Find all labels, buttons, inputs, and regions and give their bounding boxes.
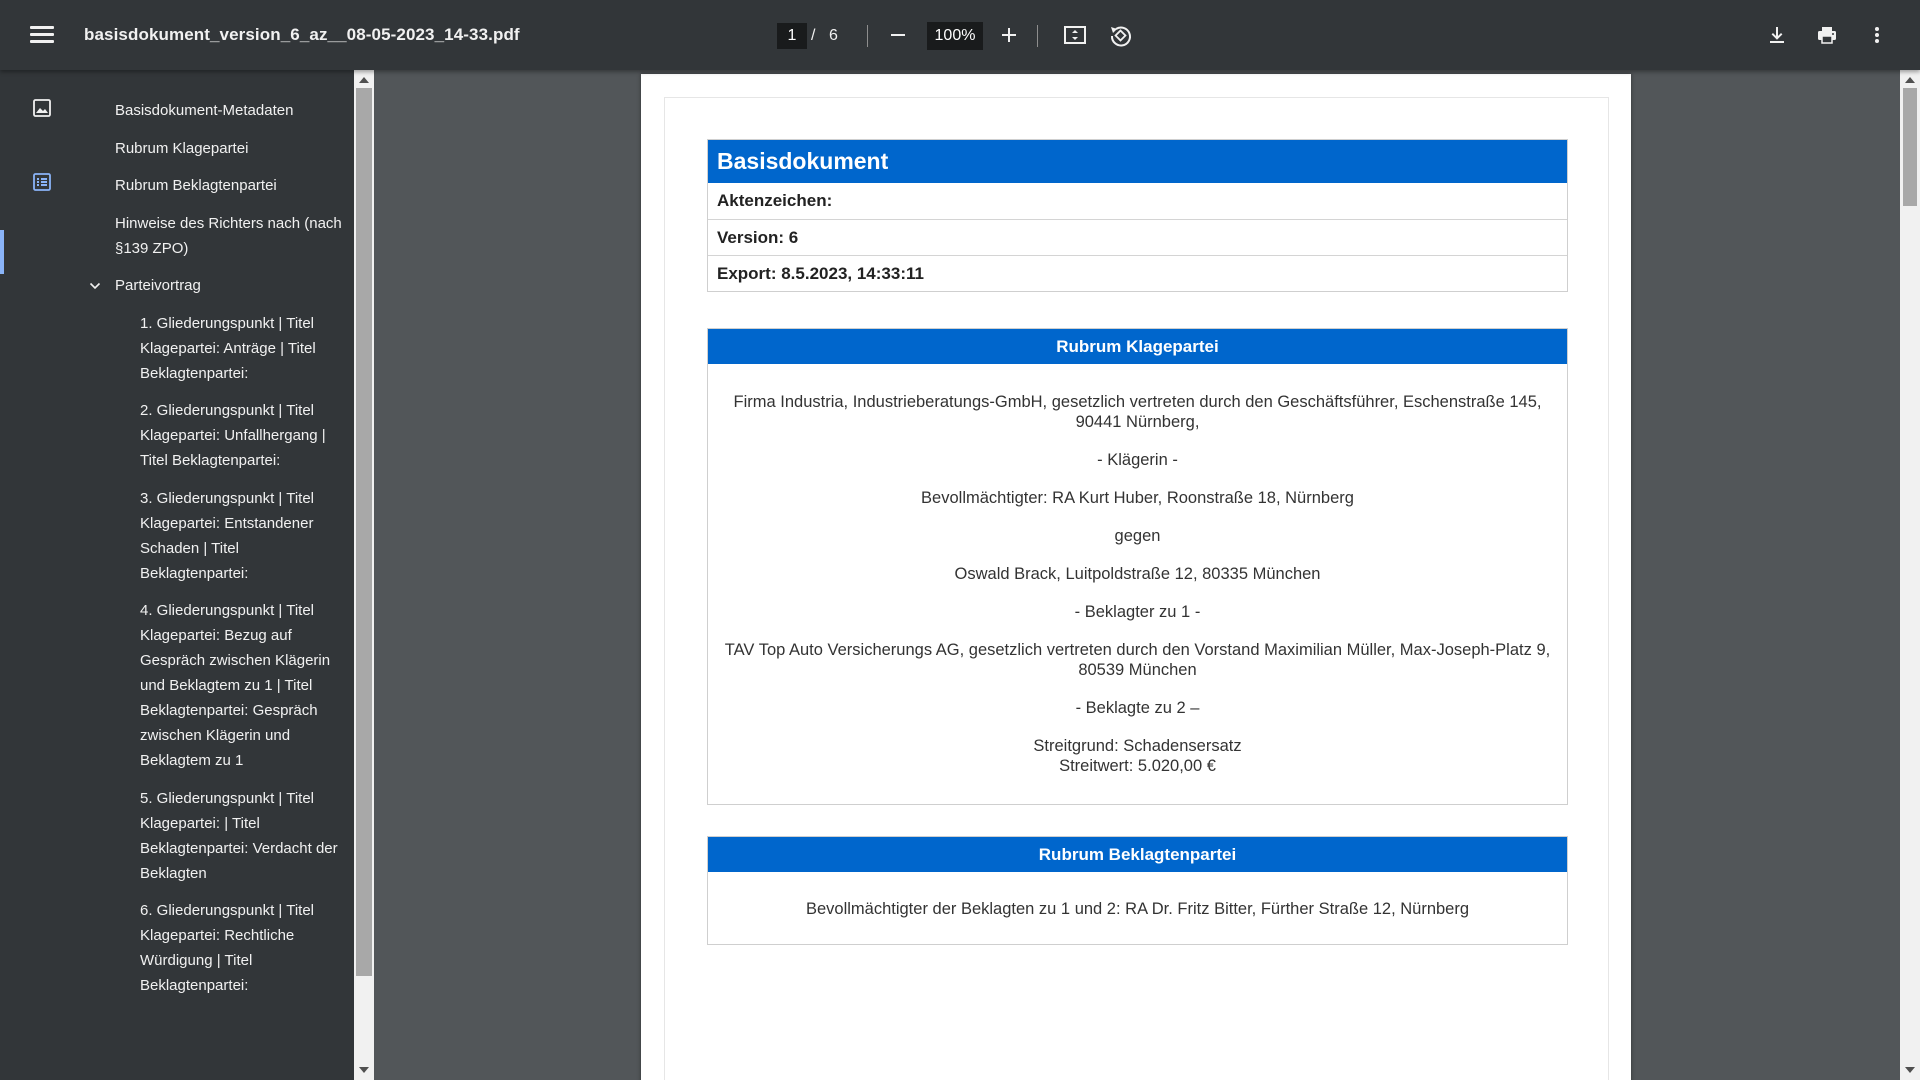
page-separator: /: [811, 27, 816, 44]
rubrum-beklagtenpartei-body: Bevollmächtigter der Beklagten zu 1 und …: [708, 872, 1567, 944]
image-icon: [33, 99, 51, 117]
versus-text: gegen: [1114, 527, 1161, 545]
plus-icon: [1002, 28, 1016, 42]
document-scroll-thumb[interactable]: [1903, 88, 1917, 206]
thumbnails-tab[interactable]: [26, 92, 58, 124]
rotate-button[interactable]: [1104, 19, 1136, 51]
more-options-button[interactable]: [1861, 19, 1893, 51]
outline-subitem[interactable]: 3. Gliederungspunkt | Titel Klagepartei:…: [85, 486, 350, 586]
pdf-page: Basisdokument Aktenzeichen: Version: 6 E…: [641, 74, 1631, 1080]
minus-icon: [891, 34, 905, 36]
page-number-input[interactable]: 1: [777, 23, 807, 49]
outline-item[interactable]: Basisdokument-Metadaten: [85, 98, 350, 123]
outline-item-label: Rubrum Beklagtenpartei: [115, 177, 277, 194]
plaintiff-text: Firma Industria, Industrieberatungs-GmbH…: [733, 393, 1542, 431]
rotate-icon: [1110, 26, 1131, 47]
zoom-in-button[interactable]: [993, 19, 1025, 51]
scroll-up-arrow-icon[interactable]: [359, 77, 369, 83]
active-tab-indicator: [0, 230, 4, 274]
document-title: basisdokument_version_6_az__08-05-2023_1…: [84, 25, 520, 44]
pdf-toolbar: basisdokument_version_6_az__08-05-2023_1…: [0, 0, 1920, 70]
outline-subitem[interactable]: 4. Gliederungspunkt | Titel Klagepartei:…: [85, 598, 350, 773]
outline-item[interactable]: Rubrum Beklagtenpartei: [85, 173, 350, 198]
outline-item-label: Basisdokument-Metadaten: [115, 102, 294, 119]
outline-item-label: Hinweise des Richters nach (nach §139 ZP…: [115, 214, 342, 257]
outline-item[interactable]: Hinweise des Richters nach (nach §139 ZP…: [85, 211, 350, 261]
outline-subitem[interactable]: 6. Gliederungspunkt | Titel Klagepartei:…: [85, 898, 350, 998]
download-button[interactable]: [1761, 19, 1793, 51]
list-icon: [33, 173, 51, 191]
version-row: Version: 6: [708, 219, 1567, 255]
zoom-level-input[interactable]: 100%: [927, 22, 983, 50]
outline-item-label: 1. Gliederungspunkt | Titel Klagepartei:…: [140, 314, 316, 382]
chevron-down-icon[interactable]: [88, 279, 102, 293]
sidebar-scrollbar[interactable]: [354, 70, 374, 1080]
fit-page-icon: [1064, 26, 1086, 44]
outline-item-label: 3. Gliederungspunkt | Titel Klagepartei:…: [140, 489, 314, 582]
outline-item[interactable]: Rubrum Klagepartei: [85, 136, 350, 161]
sidebar: Basisdokument-Metadaten Rubrum Klagepart…: [0, 70, 355, 1080]
total-pages: 6: [829, 27, 838, 44]
basisdokument-header-table: Basisdokument Aktenzeichen: Version: 6 E…: [707, 139, 1568, 292]
outline-item-label: 6. Gliederungspunkt | Titel Klagepartei:…: [140, 902, 314, 994]
plaintiff-counsel: Bevollmächtigter: RA Kurt Huber, Roonstr…: [921, 489, 1354, 507]
outline-item-label: 5. Gliederungspunkt | Titel Klagepartei:…: [140, 789, 338, 882]
print-button[interactable]: [1811, 19, 1843, 51]
streitwert-text: Streitwert: 5.020,00 €: [1059, 757, 1216, 775]
aktenzeichen-row: Aktenzeichen:: [717, 191, 833, 210]
download-icon: [1770, 27, 1784, 43]
plaintiff-role: - Klägerin -: [1097, 451, 1178, 469]
toolbar-divider: [867, 25, 868, 47]
rubrum-beklagtenpartei-section: Rubrum Beklagtenpartei Bevollmächtigter …: [707, 836, 1568, 945]
rubrum-klagepartei-body: Firma Industria, Industrieberatungs-GmbH…: [708, 364, 1567, 804]
outline-subitem[interactable]: 1. Gliederungspunkt | Titel Klagepartei:…: [85, 311, 350, 386]
document-viewer: Basisdokument Aktenzeichen: Version: 6 E…: [374, 70, 1900, 1080]
outline-item-label: 4. Gliederungspunkt | Titel Klagepartei:…: [140, 602, 331, 769]
scroll-down-arrow-icon[interactable]: [1905, 1067, 1915, 1073]
printer-icon: [1818, 27, 1836, 44]
outline-subitem[interactable]: 2. Gliederungspunkt | Titel Klagepartei:…: [85, 398, 350, 473]
defendant2-role: - Beklagte zu 2 –: [1075, 699, 1200, 717]
streitgrund-text: Streitgrund: Schadensersatz: [1033, 737, 1242, 755]
outline-item-label: Rubrum Klagepartei: [115, 139, 249, 157]
toolbar-divider: [1037, 25, 1038, 47]
outline-subitem[interactable]: 5. Gliederungspunkt | Titel Klagepartei:…: [85, 786, 350, 886]
document-outline: Basisdokument-Metadaten Rubrum Klagepart…: [85, 98, 350, 1011]
scroll-up-arrow-icon[interactable]: [1905, 77, 1915, 83]
defendant-counsel-text: Bevollmächtigter der Beklagten zu 1 und …: [805, 900, 1470, 918]
outline-item-label: 2. Gliederungspunkt | Titel Klagepartei:…: [140, 402, 326, 469]
menu-icon[interactable]: [26, 22, 58, 48]
outline-item-label: Parteivortrag: [115, 277, 201, 294]
zoom-out-button[interactable]: [882, 19, 914, 51]
rubrum-klagepartei-section: Rubrum Klagepartei Firma Industria, Indu…: [707, 328, 1568, 805]
export-row: Export: 8.5.2023, 14:33:11: [708, 255, 1567, 291]
scroll-down-arrow-icon[interactable]: [359, 1067, 369, 1073]
defendant2-text: TAV Top Auto Versicherungs AG, gesetzlic…: [724, 641, 1551, 679]
basisdokument-title: Basisdokument: [708, 140, 1567, 183]
defendant1-role: - Beklagter zu 1 -: [1074, 603, 1201, 621]
fit-to-page-button[interactable]: [1059, 19, 1091, 51]
page-content-frame: Basisdokument Aktenzeichen: Version: 6 E…: [664, 97, 1609, 1080]
rubrum-beklagtenpartei-heading: Rubrum Beklagtenpartei: [708, 837, 1567, 872]
document-scrollbar[interactable]: [1900, 70, 1920, 1080]
streit-info: Streitgrund: Schadensersatz Streitwert: …: [718, 736, 1557, 776]
sidebar-scroll-thumb[interactable]: [356, 88, 372, 976]
rubrum-klagepartei-heading: Rubrum Klagepartei: [708, 329, 1567, 364]
defendant1-text: Oswald Brack, Luitpoldstraße 12, 80335 M…: [954, 565, 1321, 583]
outline-item-parteivortrag[interactable]: Parteivortrag: [85, 273, 350, 298]
more-vertical-icon: [1875, 27, 1879, 43]
outline-tab[interactable]: [26, 166, 58, 198]
